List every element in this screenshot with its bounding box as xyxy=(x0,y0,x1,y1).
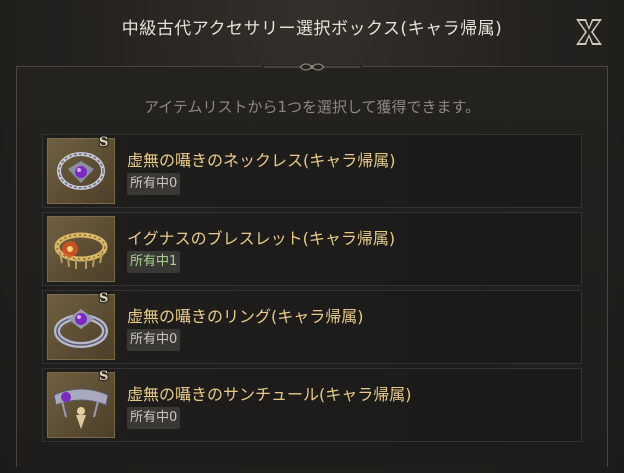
owned-count: 所有中0 xyxy=(127,173,181,195)
item-name: 虚無の囁きのネックレス(キャラ帰属) xyxy=(127,151,396,170)
bracelet-icon xyxy=(54,232,108,269)
list-item-belt[interactable]: S 虚無の囁きのサンチュール(キャラ帰属) 所有中0 xyxy=(42,368,582,442)
item-name: イグナスのブレスレット(キャラ帰属) xyxy=(127,229,396,248)
ornament-divider-icon xyxy=(262,63,362,71)
close-button[interactable] xyxy=(572,16,606,48)
instruction-text: アイテムリストから1つを選択して獲得できます。 xyxy=(143,98,481,116)
item-thumbnail xyxy=(47,216,115,282)
list-item-bracelet[interactable]: イグナスのブレスレット(キャラ帰属) 所有中1 xyxy=(42,212,582,286)
item-name: 虚無の囁きのサンチュール(キャラ帰属) xyxy=(127,385,412,404)
list-item-necklace[interactable]: S 虚無の囁きのネックレス(キャラ帰属) 所有中0 xyxy=(42,134,582,208)
owned-count: 所有中0 xyxy=(127,407,181,429)
item-list: S 虚無の囁きのネックレス(キャラ帰属) 所有中0 イグナスのブレスレット(キャ… xyxy=(42,134,582,446)
owned-count: 所有中0 xyxy=(127,329,181,351)
grade-badge: S xyxy=(99,291,109,306)
dialog-title: 中級古代アクセサリー選択ボックス(キャラ帰属) xyxy=(121,19,503,39)
owned-count: 所有中1 xyxy=(127,251,181,273)
list-item-ring[interactable]: S 虚無の囁きのリング(キャラ帰属) 所有中0 xyxy=(42,290,582,364)
close-icon xyxy=(576,19,602,45)
item-name: 虚無の囁きのリング(キャラ帰属) xyxy=(127,307,364,326)
grade-badge: S xyxy=(99,135,109,150)
grade-badge: S xyxy=(99,369,109,384)
